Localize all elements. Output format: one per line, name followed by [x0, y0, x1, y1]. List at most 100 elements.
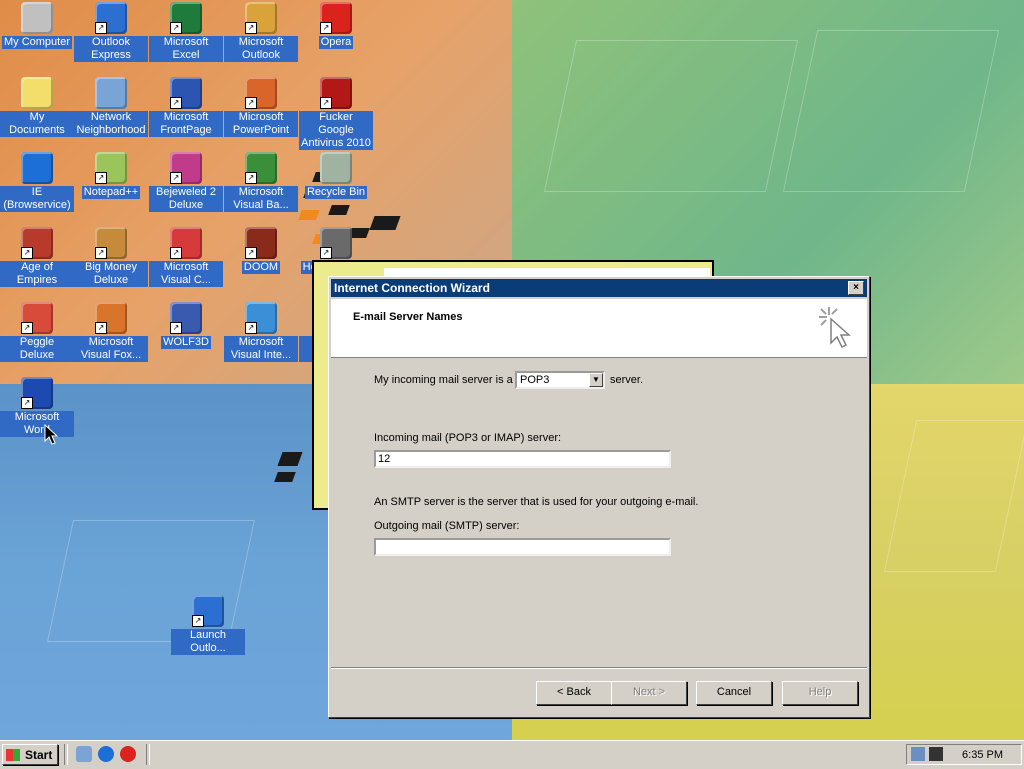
- desktop-icon-label: DOOM: [241, 261, 281, 274]
- desktop-icon-label: Recycle Bin: [304, 186, 368, 199]
- ie-quicklaunch-icon[interactable]: [98, 746, 114, 762]
- excel-icon: ↗: [170, 2, 202, 34]
- visual-c-icon: ↗: [170, 227, 202, 259]
- incoming-type-suffix: server.: [610, 374, 644, 386]
- wallpaper-pane: [543, 40, 799, 192]
- shortcut-arrow-icon: ↗: [245, 247, 257, 259]
- desktop-icon-label: Microsoft Visual Ba...: [224, 186, 298, 212]
- page-title: E-mail Server Names: [353, 311, 463, 323]
- computer-icon: [21, 2, 53, 34]
- internet-connection-wizard: Internet Connection Wizard × E-mail Serv…: [328, 276, 870, 718]
- back-button[interactable]: < Back: [536, 681, 612, 705]
- desktop-icon-label: Microsoft Word: [0, 411, 74, 437]
- desktop-icon-label: Peggle Deluxe: [0, 336, 74, 362]
- desktop-icon-label: Launch Outlo...: [171, 629, 245, 655]
- shortcut-arrow-icon: ↗: [170, 322, 182, 334]
- close-icon: ×: [853, 282, 859, 293]
- network-tray-icon[interactable]: [911, 747, 925, 761]
- antivirus-icon: ↗: [320, 77, 352, 109]
- incoming-server-input[interactable]: [374, 450, 671, 468]
- desktop-icon[interactable]: ↗ Fucker Google Antivirus 2010: [299, 77, 373, 150]
- smtp-description: An SMTP server is the server that is use…: [374, 496, 699, 508]
- desktop-icon[interactable]: ↗ Big Money Deluxe: [74, 227, 148, 287]
- incoming-type-value: POP3: [520, 374, 550, 386]
- powerpoint-icon: ↗: [245, 77, 277, 109]
- desktop-icon[interactable]: ↗ Microsoft Visual Fox...: [74, 302, 148, 362]
- outlook-icon: ↗: [245, 2, 277, 34]
- desktop-icon[interactable]: ↗ Age of Empires: [0, 227, 74, 287]
- shortcut-arrow-icon: ↗: [95, 322, 107, 334]
- button-separator: [331, 667, 867, 669]
- desktop-icon[interactable]: My Computer: [0, 2, 74, 49]
- shortcut-arrow-icon: ↗: [320, 97, 332, 109]
- shortcut-arrow-icon: ↗: [192, 615, 204, 627]
- visual-foxpro-icon: ↗: [95, 302, 127, 334]
- desktop-icon[interactable]: ↗ DOOM: [224, 227, 298, 274]
- shortcut-arrow-icon: ↗: [170, 247, 182, 259]
- ie-icon: [21, 152, 53, 184]
- wallpaper-square: [328, 205, 350, 215]
- wallpaper-square: [369, 216, 401, 230]
- wallpaper-square: [298, 210, 320, 220]
- close-button[interactable]: ×: [848, 281, 864, 295]
- word-icon: ↗: [21, 377, 53, 409]
- desktop-icon-label: Microsoft PowerPoint: [224, 111, 298, 137]
- desktop-icon-label: Network Neighborhood: [74, 111, 148, 137]
- desktop-icon[interactable]: ↗ Microsoft Visual C...: [149, 227, 223, 287]
- system-tray: 6:35 PM: [906, 744, 1022, 765]
- peggle-icon: ↗: [21, 302, 53, 334]
- desktop-icon[interactable]: ↗ Microsoft Visual Ba...: [224, 152, 298, 212]
- desktop-icon[interactable]: ↗ Peggle Deluxe: [0, 302, 74, 362]
- desktop-icon-label: Opera: [318, 36, 354, 49]
- wizard-header: E-mail Server Names: [331, 299, 867, 358]
- desktop-icon-label: Microsoft FrontPage: [149, 111, 223, 137]
- incoming-server-label: Incoming mail (POP3 or IMAP) server:: [374, 432, 562, 444]
- folder-icon: [21, 77, 53, 109]
- desktop-icon-label: Microsoft Visual C...: [149, 261, 223, 287]
- taskbar: Start 6:35 PM: [0, 740, 1024, 769]
- incoming-type-select[interactable]: POP3 ▼: [515, 371, 605, 389]
- desktop-icon[interactable]: Network Neighborhood: [74, 77, 148, 137]
- outgoing-server-input[interactable]: [374, 538, 671, 556]
- wizard-titlebar[interactable]: Internet Connection Wizard ×: [331, 279, 867, 297]
- start-button[interactable]: Start: [2, 744, 58, 765]
- shortcut-arrow-icon: ↗: [320, 247, 332, 259]
- shortcut-arrow-icon: ↗: [170, 97, 182, 109]
- cancel-button[interactable]: Cancel: [696, 681, 772, 705]
- visual-interdev-icon: ↗: [245, 302, 277, 334]
- taskbar-divider: [64, 744, 68, 765]
- shortcut-arrow-icon: ↗: [21, 397, 33, 409]
- notepad-icon: ↗: [95, 152, 127, 184]
- desktop-icon[interactable]: ↗ Microsoft Word: [0, 377, 74, 437]
- desktop-icon[interactable]: ↗ Bejeweled 2 Deluxe: [149, 152, 223, 212]
- clock[interactable]: 6:35 PM: [962, 749, 1003, 761]
- desktop-icon[interactable]: My Documents: [0, 77, 74, 137]
- desktop-icon[interactable]: ↗ Microsoft Outlook: [224, 2, 298, 62]
- desktop-icon[interactable]: ↗ Opera: [299, 2, 373, 49]
- shortcut-arrow-icon: ↗: [170, 22, 182, 34]
- chevron-down-icon[interactable]: ▼: [589, 373, 603, 387]
- desktop-icon[interactable]: ↗ Microsoft Visual Inte...: [224, 302, 298, 362]
- opera-quicklaunch-icon[interactable]: [120, 746, 136, 762]
- desktop-icon[interactable]: ↗ Microsoft Excel: [149, 2, 223, 62]
- desktop-icon[interactable]: ↗ Microsoft PowerPoint: [224, 77, 298, 137]
- help-button[interactable]: Help: [782, 681, 858, 705]
- desktop-icon[interactable]: ↗ Microsoft FrontPage: [149, 77, 223, 137]
- outlook-express-icon: ↗: [95, 2, 127, 34]
- desktop-icon[interactable]: IE (Browservice): [0, 152, 74, 212]
- shortcut-arrow-icon: ↗: [95, 172, 107, 184]
- bejeweled-icon: ↗: [170, 152, 202, 184]
- taskbar-divider: [146, 744, 150, 765]
- windows-logo-icon: [6, 749, 20, 761]
- desktop-icon[interactable]: Recycle Bin: [299, 152, 373, 199]
- desktop-icon[interactable]: ↗ Launch Outlo...: [171, 595, 245, 655]
- next-button[interactable]: Next >: [611, 681, 687, 705]
- big-money-icon: ↗: [95, 227, 127, 259]
- volume-tray-icon[interactable]: [929, 747, 943, 761]
- desktop-icon-label: IE (Browservice): [0, 186, 74, 212]
- desktop-icon[interactable]: ↗ Notepad++: [74, 152, 148, 199]
- show-desktop-icon[interactable]: [76, 746, 92, 762]
- desktop-icon[interactable]: ↗ WOLF3D: [149, 302, 223, 349]
- visual-basic-icon: ↗: [245, 152, 277, 184]
- desktop-icon[interactable]: ↗ Outlook Express: [74, 2, 148, 62]
